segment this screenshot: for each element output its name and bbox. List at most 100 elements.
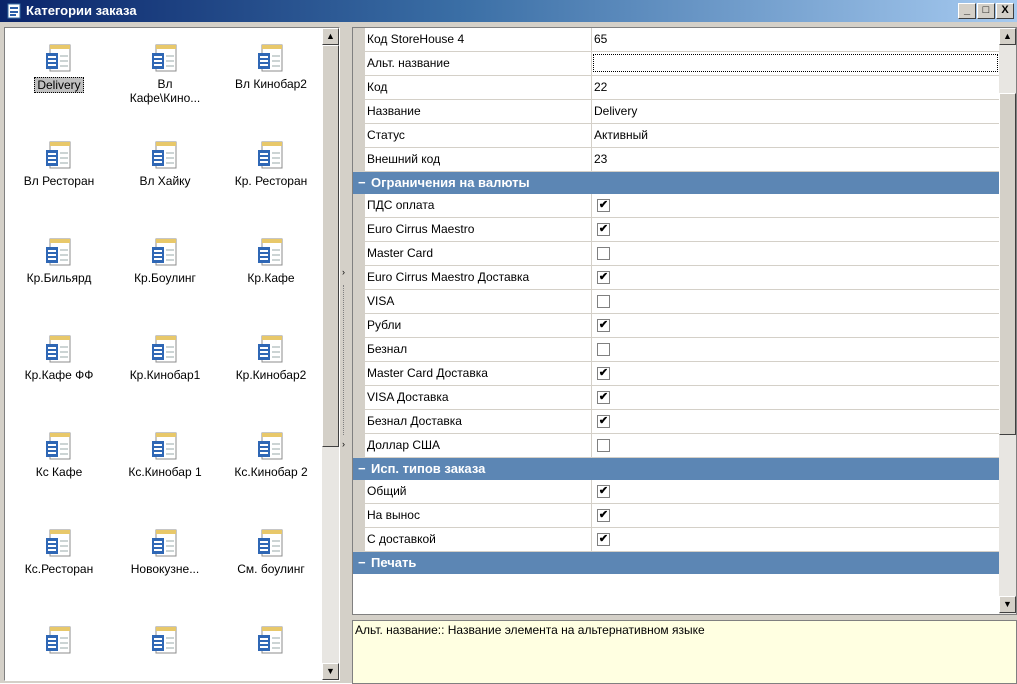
property-row[interactable]: Master Card (353, 242, 999, 266)
property-row[interactable]: Общий ✔ (353, 480, 999, 504)
property-value-cell[interactable]: ✔ (591, 314, 1002, 337)
checkbox[interactable] (597, 247, 610, 260)
category-item[interactable]: Вл Хайку (115, 139, 215, 188)
checkbox[interactable] (597, 439, 610, 452)
property-value-cell[interactable] (591, 242, 1002, 265)
property-value-cell[interactable]: ✔ (591, 386, 1002, 409)
property-value-cell[interactable]: 23 (591, 148, 1002, 171)
property-value-cell[interactable] (591, 434, 1002, 457)
collapse-icon[interactable]: − (358, 172, 368, 194)
property-row[interactable]: Название Delivery (353, 100, 999, 124)
splitter-arrow-icon[interactable]: › (342, 267, 345, 277)
property-row[interactable]: Доллар США (353, 434, 999, 458)
category-item[interactable]: Кс.Кинобар 2 (221, 430, 321, 479)
property-row[interactable]: Код 22 (353, 76, 999, 100)
property-row[interactable]: Альт. название (353, 52, 999, 76)
checkbox[interactable]: ✔ (597, 485, 610, 498)
property-value-cell[interactable]: ✔ (591, 218, 1002, 241)
property-row[interactable]: Код StoreHouse 4 65 (353, 28, 999, 52)
property-value-cell[interactable]: ✔ (591, 362, 1002, 385)
category-item[interactable] (221, 624, 321, 656)
property-edit-field[interactable] (593, 54, 998, 72)
category-item[interactable]: См. боулинг (221, 527, 321, 576)
property-row[interactable]: ПДС оплата ✔ (353, 194, 999, 218)
prop-scroll-thumb[interactable] (999, 93, 1016, 435)
property-scrollbar[interactable]: ▲ ▼ (999, 28, 1016, 614)
checkbox[interactable]: ✔ (597, 271, 610, 284)
property-value-cell[interactable]: Delivery (591, 100, 1002, 123)
category-item[interactable]: Вл Кинобар2 (221, 42, 321, 91)
property-category[interactable]: − Ограничения на валюты (353, 172, 999, 194)
property-row[interactable]: Безнал Доставка ✔ (353, 410, 999, 434)
category-item[interactable]: Кр.Кафе (221, 236, 321, 285)
checkbox[interactable] (597, 295, 610, 308)
category-item[interactable]: Кр.Кафе ФФ (9, 333, 109, 382)
checkbox[interactable]: ✔ (597, 367, 610, 380)
property-row[interactable]: Внешний код 23 (353, 148, 999, 172)
property-row[interactable]: Euro Cirrus Maestro Доставка ✔ (353, 266, 999, 290)
checkbox[interactable]: ✔ (597, 199, 610, 212)
property-row[interactable]: С доставкой ✔ (353, 528, 999, 552)
checkbox[interactable]: ✔ (597, 223, 610, 236)
property-value-cell[interactable]: ✔ (591, 410, 1002, 433)
property-value-cell[interactable] (591, 52, 1002, 75)
category-item[interactable]: Вл Ресторан (9, 139, 109, 188)
category-item[interactable]: Новокузне... (115, 527, 215, 576)
property-value-cell[interactable]: ✔ (591, 194, 1002, 217)
maximize-button[interactable]: □ (977, 3, 995, 19)
category-item[interactable]: Кр. Ресторан (221, 139, 321, 188)
property-value-cell[interactable]: 65 (591, 28, 1002, 51)
checkbox[interactable]: ✔ (597, 391, 610, 404)
property-value-cell[interactable] (591, 338, 1002, 361)
scroll-down-button[interactable]: ▼ (322, 663, 339, 680)
category-item[interactable]: Кр.Бильярд (9, 236, 109, 285)
title-bar[interactable]: Категории заказа _ □ X (0, 0, 1017, 22)
category-item[interactable] (9, 624, 109, 656)
checkbox[interactable]: ✔ (597, 415, 610, 428)
property-value-cell[interactable]: ✔ (591, 266, 1002, 289)
checkbox[interactable]: ✔ (597, 533, 610, 546)
checkbox[interactable]: ✔ (597, 319, 610, 332)
checkbox[interactable] (597, 343, 610, 356)
property-row[interactable]: Рубли ✔ (353, 314, 999, 338)
property-row[interactable]: Master Card Доставка ✔ (353, 362, 999, 386)
property-row[interactable]: На вынос ✔ (353, 504, 999, 528)
category-item[interactable]: Кс.Ресторан (9, 527, 109, 576)
category-list[interactable]: Delivery Вл Кафе\Кино... Вл Кинобар2 Вл Рес… (4, 27, 340, 681)
property-value-cell[interactable]: ✔ (591, 480, 1002, 503)
property-row[interactable]: VISA (353, 290, 999, 314)
close-button[interactable]: X (996, 3, 1014, 19)
property-value-cell[interactable]: ✔ (591, 528, 1002, 551)
scroll-thumb[interactable] (322, 45, 339, 447)
panel-splitter[interactable]: › › (340, 27, 350, 679)
property-row[interactable]: Безнал (353, 338, 999, 362)
collapse-icon[interactable]: − (358, 552, 368, 574)
category-item[interactable]: Кр.Боулинг (115, 236, 215, 285)
category-item[interactable]: Кр.Кинобар2 (221, 333, 321, 382)
property-category[interactable]: − Исп. типов заказа (353, 458, 999, 480)
splitter-grip[interactable] (343, 285, 347, 435)
category-item[interactable]: Кс Кафе (9, 430, 109, 479)
category-item[interactable]: Delivery (9, 42, 109, 93)
scroll-up-button[interactable]: ▲ (322, 28, 339, 45)
category-item[interactable]: Вл Кафе\Кино... (115, 42, 215, 105)
property-value-cell[interactable]: ✔ (591, 504, 1002, 527)
property-category[interactable]: − Печать (353, 552, 999, 574)
checkbox[interactable]: ✔ (597, 509, 610, 522)
prop-scroll-up-button[interactable]: ▲ (999, 28, 1016, 45)
property-value-cell[interactable]: 22 (591, 76, 1002, 99)
property-value-cell[interactable]: Активный (591, 124, 1002, 147)
category-item[interactable]: Кс.Кинобар 1 (115, 430, 215, 479)
property-row[interactable]: Статус Активный (353, 124, 999, 148)
splitter-arrow-icon[interactable]: › (342, 439, 345, 449)
property-row[interactable]: VISA Доставка ✔ (353, 386, 999, 410)
list-scrollbar[interactable]: ▲ ▼ (322, 28, 339, 680)
property-grid[interactable]: Код StoreHouse 4 65 Альт. название Код 22 Наз… (352, 27, 1017, 615)
prop-scroll-down-button[interactable]: ▼ (999, 596, 1016, 613)
property-row[interactable]: Euro Cirrus Maestro ✔ (353, 218, 999, 242)
minimize-button[interactable]: _ (958, 3, 976, 19)
category-item[interactable]: Кр.Кинобар1 (115, 333, 215, 382)
collapse-icon[interactable]: − (358, 458, 368, 480)
property-value-cell[interactable] (591, 290, 1002, 313)
category-item[interactable] (115, 624, 215, 656)
